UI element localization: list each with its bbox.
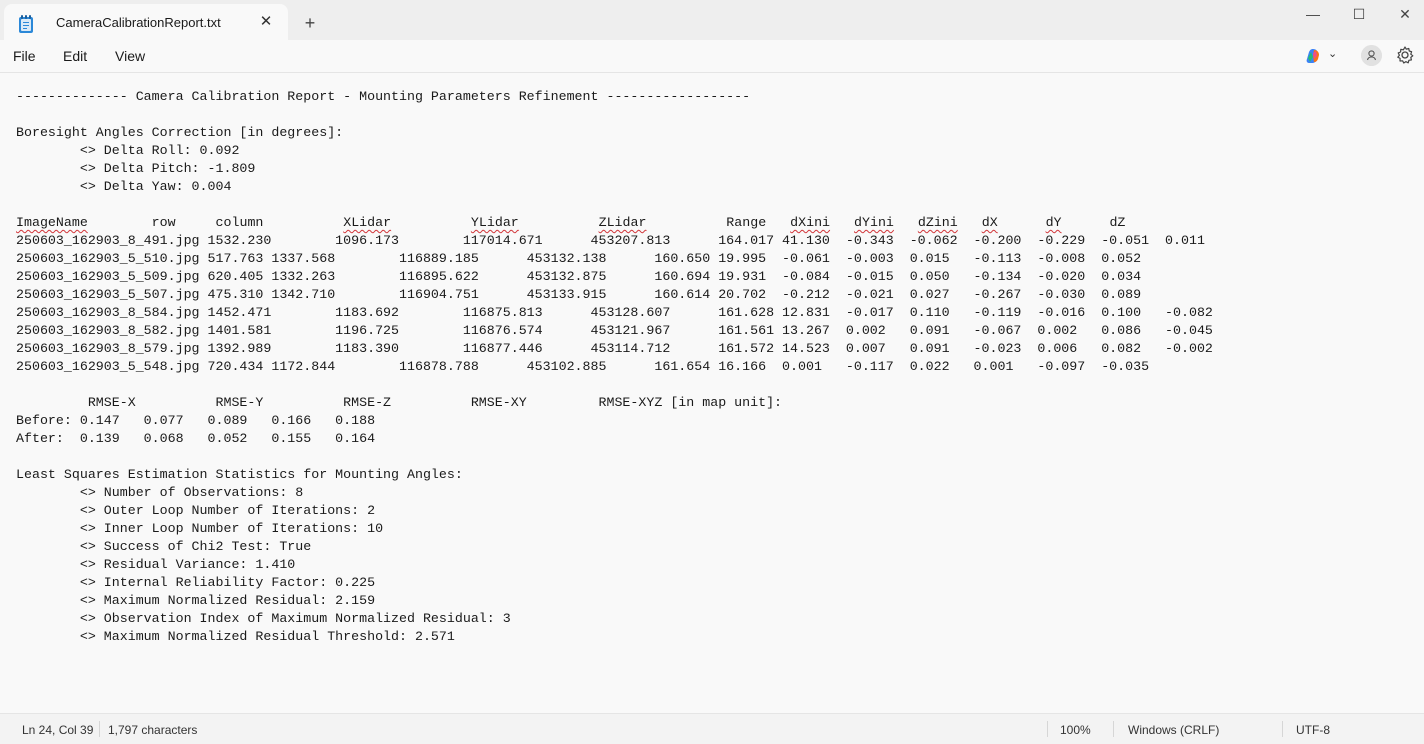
status-divider (1047, 721, 1048, 737)
zoom-level[interactable]: 100% (1060, 723, 1091, 737)
text-line: ImageName row column XLidar YLidar ZLida… (16, 215, 1126, 230)
menu-file[interactable]: File (13, 48, 36, 64)
text-line: <> Delta Pitch: -1.809 (16, 161, 256, 176)
close-window-button[interactable]: ✕ (1382, 0, 1424, 32)
status-bar: Ln 24, Col 39 1,797 characters 100% Wind… (0, 713, 1424, 744)
tab-title: CameraCalibrationReport.txt (56, 15, 221, 30)
text-line: -------------- Camera Calibration Report… (16, 89, 751, 104)
gear-icon[interactable] (1395, 45, 1415, 65)
text-line: Before: 0.147 0.077 0.089 0.166 0.188 (16, 413, 376, 428)
text-line: 250603_162903_8_582.jpg 1401.581 1196.72… (16, 323, 1213, 338)
menu-view[interactable]: View (115, 48, 145, 64)
text-line: 250603_162903_5_510.jpg 517.763 1337.568… (16, 251, 1142, 266)
text-line: 250603_162903_5_507.jpg 475.310 1342.710… (16, 287, 1142, 302)
menu-bar: File Edit View ⌄ (0, 40, 1424, 73)
character-count: 1,797 characters (108, 723, 198, 737)
text-line: <> Maximum Normalized Residual: 2.159 (16, 593, 376, 608)
text-line: 250603_162903_8_491.jpg 1532.230 1096.17… (16, 233, 1205, 248)
notepad-app-icon (19, 15, 33, 33)
status-divider (99, 721, 100, 737)
tab-document[interactable]: CameraCalibrationReport.txt ✕ (4, 4, 288, 40)
text-line: <> Maximum Normalized Residual Threshold… (16, 629, 455, 644)
text-line: RMSE-X RMSE-Y RMSE-Z RMSE-XY RMSE-XYZ [i… (16, 395, 783, 410)
notepad-window: CameraCalibrationReport.txt ✕ + — ☐ ✕ Fi… (0, 0, 1424, 744)
text-line: 250603_162903_5_509.jpg 620.405 1332.263… (16, 269, 1142, 284)
text-line: Boresight Angles Correction [in degrees]… (16, 125, 344, 140)
minimize-button[interactable]: — (1290, 0, 1336, 32)
text-line: After: 0.139 0.068 0.052 0.155 0.164 (16, 431, 376, 446)
text-editor[interactable]: -------------- Camera Calibration Report… (0, 73, 1424, 712)
text-line: <> Observation Index of Maximum Normaliz… (16, 611, 511, 626)
text-line: 250603_162903_8_584.jpg 1452.471 1183.69… (16, 305, 1213, 320)
tab-close-icon[interactable]: ✕ (256, 12, 276, 32)
text-line: <> Success of Chi2 Test: True (16, 539, 312, 554)
copilot-icon[interactable] (1305, 48, 1321, 64)
text-line: 250603_162903_5_548.jpg 720.434 1172.844… (16, 359, 1150, 374)
status-divider (1282, 721, 1283, 737)
encoding[interactable]: UTF-8 (1296, 723, 1330, 737)
text-line: <> Delta Yaw: 0.004 (16, 179, 232, 194)
text-line: <> Inner Loop Number of Iterations: 10 (16, 521, 384, 536)
title-bar[interactable]: CameraCalibrationReport.txt ✕ + — ☐ ✕ (0, 0, 1424, 40)
text-line: Least Squares Estimation Statistics for … (16, 467, 463, 482)
menu-edit[interactable]: Edit (63, 48, 87, 64)
text-line: <> Delta Roll: 0.092 (16, 143, 240, 158)
chevron-down-icon[interactable]: ⌄ (1328, 47, 1337, 60)
text-line: <> Outer Loop Number of Iterations: 2 (16, 503, 376, 518)
status-divider (1113, 721, 1114, 737)
account-icon[interactable] (1361, 45, 1382, 66)
line-ending[interactable]: Windows (CRLF) (1128, 723, 1219, 737)
cursor-position: Ln 24, Col 39 (22, 723, 94, 737)
text-line: <> Number of Observations: 8 (16, 485, 304, 500)
document-text[interactable]: -------------- Camera Calibration Report… (16, 88, 1213, 646)
new-tab-button[interactable]: + (298, 12, 322, 36)
text-line: <> Internal Reliability Factor: 0.225 (16, 575, 376, 590)
maximize-button[interactable]: ☐ (1336, 0, 1382, 32)
text-line: 250603_162903_8_579.jpg 1392.989 1183.39… (16, 341, 1213, 356)
text-line: <> Residual Variance: 1.410 (16, 557, 296, 572)
